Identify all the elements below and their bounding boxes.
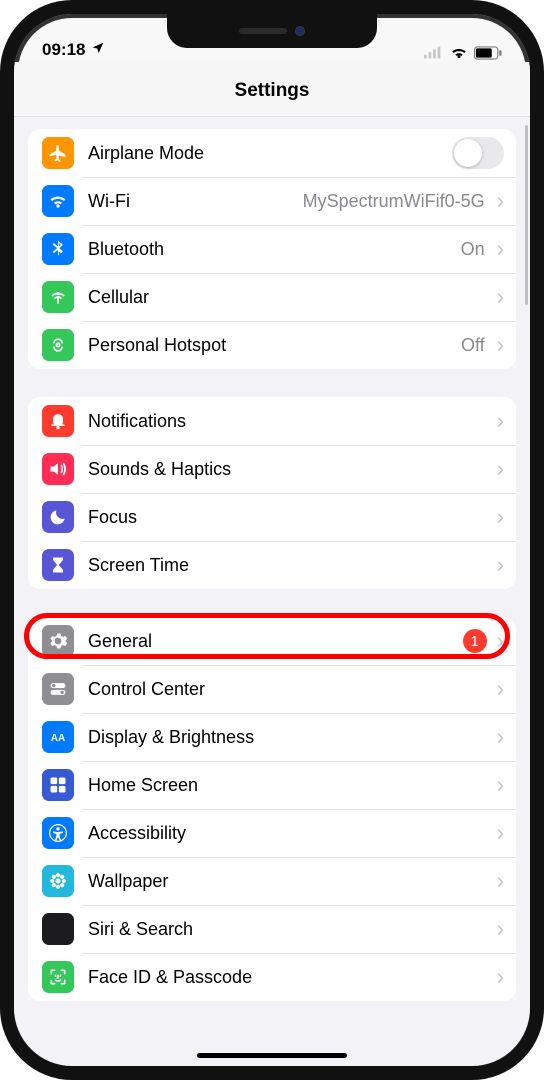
row-focus[interactable]: Focus › [28, 493, 516, 541]
chevron-right-icon: › [497, 188, 504, 214]
row-label: Siri & Search [88, 919, 193, 940]
row-value: MySpectrumWiFif0-5G [303, 191, 485, 212]
row-faceid[interactable]: Face ID & Passcode › [28, 953, 516, 1001]
wifi-icon [42, 185, 74, 217]
home-indicator[interactable] [197, 1053, 347, 1058]
row-label: Wi-Fi [88, 191, 130, 212]
row-label: Face ID & Passcode [88, 967, 252, 988]
chevron-right-icon: › [497, 676, 504, 702]
row-label: Home Screen [88, 775, 198, 796]
switches-icon [42, 673, 74, 705]
row-homescreen[interactable]: Home Screen › [28, 761, 516, 809]
row-label: Sounds & Haptics [88, 459, 231, 480]
row-label: Control Center [88, 679, 205, 700]
chevron-right-icon: › [497, 408, 504, 434]
speaker-icon [42, 453, 74, 485]
phone-frame: 09:18 [0, 0, 544, 1080]
row-value: On [461, 239, 485, 260]
moon-icon [42, 501, 74, 533]
chevron-right-icon: › [497, 724, 504, 750]
row-screentime[interactable]: Screen Time › [28, 541, 516, 589]
chevron-right-icon: › [497, 628, 504, 654]
row-label: Display & Brightness [88, 727, 254, 748]
row-label: Airplane Mode [88, 143, 204, 164]
bluetooth-icon [42, 233, 74, 265]
scrollbar[interactable] [525, 125, 528, 305]
chevron-right-icon: › [497, 456, 504, 482]
row-label: Personal Hotspot [88, 335, 226, 356]
chevron-right-icon: › [497, 284, 504, 310]
chevron-right-icon: › [497, 772, 504, 798]
speaker [239, 28, 287, 34]
faceid-icon [42, 961, 74, 993]
row-siri[interactable]: Siri & Search › [28, 905, 516, 953]
notch [167, 14, 377, 48]
chevron-right-icon: › [497, 868, 504, 894]
chevron-right-icon: › [497, 820, 504, 846]
row-accessibility[interactable]: Accessibility › [28, 809, 516, 857]
row-airplane[interactable]: Airplane Mode [28, 129, 516, 177]
settings-group: Notifications›Sounds & Haptics›Focus›Scr… [28, 397, 516, 589]
chevron-right-icon: › [497, 332, 504, 358]
chevron-right-icon: › [497, 916, 504, 942]
row-display[interactable]: Display & Brightness › [28, 713, 516, 761]
row-label: Bluetooth [88, 239, 164, 260]
row-cellular[interactable]: Cellular › [28, 273, 516, 321]
settings-group: Airplane ModeWi-FiMySpectrumWiFif0-5G›Bl… [28, 129, 516, 369]
row-label: Screen Time [88, 555, 189, 576]
siri-icon [42, 913, 74, 945]
chevron-right-icon: › [497, 552, 504, 578]
row-notifications[interactable]: Notifications › [28, 397, 516, 445]
aa-icon [42, 721, 74, 753]
row-label: General [88, 631, 152, 652]
row-bluetooth[interactable]: Bluetooth On › [28, 225, 516, 273]
location-arrow-icon [91, 40, 105, 60]
hotspot-icon [42, 329, 74, 361]
cellular-icon [42, 281, 74, 313]
bell-icon [42, 405, 74, 437]
front-camera [295, 26, 305, 36]
row-sounds[interactable]: Sounds & Haptics › [28, 445, 516, 493]
settings-list[interactable]: Airplane ModeWi-FiMySpectrumWiFif0-5G›Bl… [14, 117, 530, 1067]
battery-icon [474, 46, 502, 60]
row-label: Wallpaper [88, 871, 168, 892]
status-time: 09:18 [42, 40, 85, 60]
page-title: Settings [14, 62, 530, 117]
flower-icon [42, 865, 74, 897]
chevron-right-icon: › [497, 504, 504, 530]
row-wallpaper[interactable]: Wallpaper › [28, 857, 516, 905]
chevron-right-icon: › [497, 964, 504, 990]
wifi-status-icon [450, 46, 468, 60]
row-controlcenter[interactable]: Control Center › [28, 665, 516, 713]
chevron-right-icon: › [497, 236, 504, 262]
row-wifi[interactable]: Wi-Fi MySpectrumWiFif0-5G › [28, 177, 516, 225]
row-general[interactable]: General 1 › [28, 617, 516, 665]
row-label: Focus [88, 507, 137, 528]
settings-group: General1›Control Center›Display & Bright… [28, 617, 516, 1001]
cellular-signal-icon [424, 46, 444, 60]
row-label: Cellular [88, 287, 149, 308]
airplane-icon [42, 137, 74, 169]
row-label: Accessibility [88, 823, 186, 844]
notification-badge: 1 [463, 629, 487, 653]
accessibility-icon [42, 817, 74, 849]
row-value: Off [461, 335, 485, 356]
grid-icon [42, 769, 74, 801]
row-label: Notifications [88, 411, 186, 432]
row-hotspot[interactable]: Personal Hotspot Off › [28, 321, 516, 369]
toggle[interactable] [452, 137, 504, 169]
gear-icon [42, 625, 74, 657]
hourglass-icon [42, 549, 74, 581]
